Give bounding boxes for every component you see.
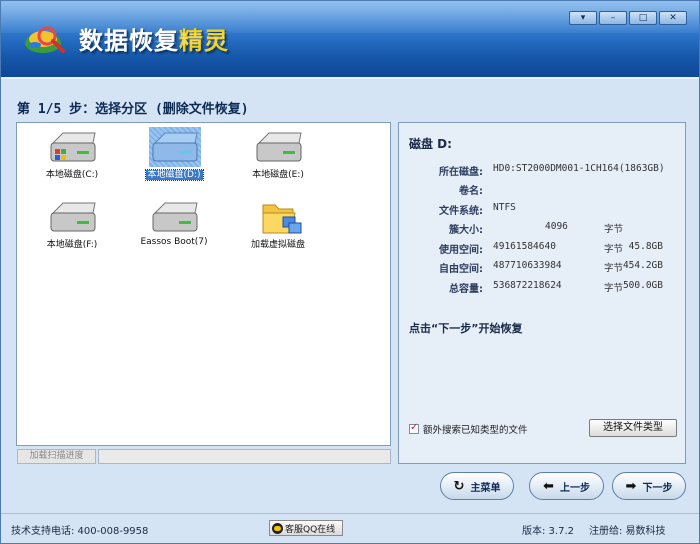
app-window: 数据恢复精灵 数据恢复精灵 ▾ – □ ✕ 第 1/5 步：选择分区 (删除文件… bbox=[0, 0, 700, 544]
version-text: 版本: 3.7.2 bbox=[522, 526, 574, 537]
drive-e[interactable]: 本地磁盘(E:) bbox=[233, 127, 323, 191]
windows-drive-icon bbox=[50, 132, 96, 162]
info-row-total: 总容量: 536872218624 字节 500.0GB bbox=[449, 280, 663, 295]
qq-support-button[interactable]: 客服QQ在线 bbox=[269, 520, 343, 536]
drive-label: Eassos Boot(7) bbox=[140, 237, 208, 247]
extra-search-checkbox[interactable]: 额外搜索已知类型的文件 bbox=[409, 422, 528, 436]
status-bar: 技术支持电话: 400-008-9958 客服QQ在线 版本: 3.7.2 注册… bbox=[1, 513, 699, 543]
arrow-left-icon: ⬅ bbox=[543, 478, 554, 494]
maximize-button[interactable]: □ bbox=[629, 11, 657, 25]
disk-header: 磁盘 D: bbox=[409, 137, 452, 151]
hard-drive-icon bbox=[152, 202, 198, 232]
partition-list: 本地磁盘(C:) 本地磁盘(D:) 本地磁盘(E:) 本地磁盘(F:) Eass… bbox=[16, 122, 391, 446]
hard-drive-icon bbox=[256, 132, 302, 162]
extra-search-label: 额外搜索已知类型的文件 bbox=[423, 425, 528, 436]
title-banner: 数据恢复精灵 数据恢复精灵 ▾ – □ ✕ bbox=[1, 1, 699, 79]
disk-info-panel: 磁盘 D: 所在磁盘: HD0:ST2000DM001-1CH164(1863G… bbox=[398, 122, 686, 464]
drive-f[interactable]: 本地磁盘(F:) bbox=[27, 197, 117, 261]
select-file-type-button[interactable]: 选择文件类型 bbox=[589, 419, 677, 437]
drive-label: 加载虚拟磁盘 bbox=[250, 240, 305, 250]
drive-eassos-boot[interactable]: Eassos Boot(7) bbox=[129, 197, 219, 261]
hard-drive-icon bbox=[50, 202, 96, 232]
previous-step-button[interactable]: ⬅ 上一步 bbox=[529, 472, 604, 500]
minimize-button[interactable]: – bbox=[599, 11, 627, 25]
info-row-volume: 卷名: bbox=[459, 186, 483, 197]
info-row-free: 自由空间: 487710633984 字节 454.2GB bbox=[439, 260, 663, 275]
drive-label: 本地磁盘(F:) bbox=[46, 240, 98, 250]
close-button[interactable]: ✕ bbox=[659, 11, 687, 25]
support-phone: 技术支持电话: 400-008-9958 bbox=[11, 526, 149, 537]
info-row-disk: 所在磁盘: HD0:ST2000DM001-1CH164(1863GB) bbox=[439, 163, 665, 178]
registered-to: 注册给: 易数科技 bbox=[589, 526, 666, 537]
drive-d[interactable]: 本地磁盘(D:) bbox=[129, 127, 219, 191]
drive-label: 本地磁盘(C:) bbox=[45, 170, 99, 180]
app-title-reflection: 数据恢复精灵 bbox=[79, 30, 229, 46]
info-row-filesystem: 文件系统: NTFS bbox=[439, 202, 516, 217]
magnifier-logo-icon bbox=[25, 26, 65, 53]
checkbox-checked-icon[interactable] bbox=[409, 422, 419, 434]
next-step-button[interactable]: ➡ 下一步 bbox=[612, 472, 686, 500]
step-title: 第 1/5 步：选择分区 (删除文件恢复) bbox=[17, 102, 249, 117]
info-row-cluster: 簇大小: 4096 字节 bbox=[449, 221, 624, 236]
scan-progress-label[interactable]: 加载扫描进度 bbox=[17, 449, 96, 464]
info-row-used: 使用空间: 49161584640 字节 45.8GB bbox=[439, 241, 663, 256]
drive-c[interactable]: 本地磁盘(C:) bbox=[27, 127, 117, 191]
hint-text: 点击“下一步”开始恢复 bbox=[409, 322, 523, 335]
folder-virtual-disk-icon bbox=[262, 204, 302, 234]
main-menu-button[interactable]: ↻ 主菜单 bbox=[440, 472, 514, 500]
hard-drive-icon bbox=[152, 132, 198, 162]
drive-label: 本地磁盘(E:) bbox=[252, 170, 304, 180]
qq-penguin-icon bbox=[272, 522, 283, 534]
drive-label: 本地磁盘(D:) bbox=[144, 169, 204, 181]
window-controls: ▾ – □ ✕ bbox=[569, 11, 687, 25]
menu-dropdown-button[interactable]: ▾ bbox=[569, 11, 597, 25]
arrow-right-icon: ➡ bbox=[625, 478, 637, 494]
refresh-icon: ↻ bbox=[453, 478, 465, 494]
load-virtual-disk[interactable]: 加载虚拟磁盘 bbox=[233, 197, 323, 261]
scan-progress-bar bbox=[98, 449, 391, 464]
